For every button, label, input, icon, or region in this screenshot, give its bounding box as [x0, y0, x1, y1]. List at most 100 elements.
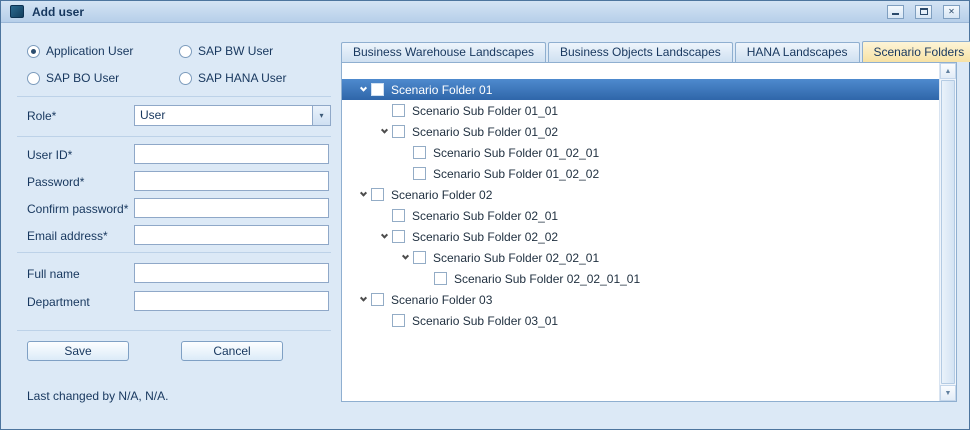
tree-indent: [355, 110, 376, 111]
minimize-button[interactable]: [887, 5, 904, 19]
tree-row[interactable]: Scenario Sub Folder 02_02_01: [355, 247, 939, 268]
expander-icon[interactable]: [355, 184, 371, 205]
chevron-down-icon: [359, 190, 366, 197]
radio-application-user[interactable]: Application User: [27, 44, 133, 58]
radio-icon: [27, 72, 40, 85]
tree-indent: [355, 152, 397, 153]
password-input[interactable]: [134, 171, 329, 191]
full-name-input[interactable]: [134, 263, 329, 283]
tree-item-label: Scenario Sub Folder 01_02_02: [433, 167, 599, 181]
tree-checkbox[interactable]: [434, 272, 447, 285]
email-input[interactable]: [134, 225, 329, 245]
tree-row[interactable]: Scenario Sub Folder 02_02: [355, 226, 939, 247]
scroll-down-button[interactable]: ▼: [940, 385, 956, 401]
save-button[interactable]: Save: [27, 341, 129, 361]
chevron-down-icon: [380, 127, 387, 134]
tree-item-label: Scenario Folder 03: [391, 293, 492, 307]
window-controls: ✕: [887, 5, 960, 19]
tab-scenario-folders[interactable]: Scenario Folders: [862, 41, 970, 62]
tree-checkbox[interactable]: [413, 251, 426, 264]
tree-indent: [355, 215, 376, 216]
tree-indent: [355, 236, 376, 237]
tab-hana-landscapes[interactable]: HANA Landscapes: [735, 42, 860, 62]
full-name-label: Full name: [27, 267, 80, 281]
maximize-button[interactable]: [915, 5, 932, 19]
email-label: Email address*: [27, 229, 108, 243]
tree-item-label: Scenario Sub Folder 01_01: [412, 104, 558, 118]
tree-row[interactable]: Scenario Sub Folder 02_01: [355, 205, 939, 226]
window-title: Add user: [32, 5, 84, 19]
scroll-thumb[interactable]: [941, 80, 955, 384]
scroll-up-button[interactable]: ▲: [940, 63, 956, 79]
expander-icon[interactable]: [376, 226, 392, 247]
tree-checkbox[interactable]: [392, 104, 405, 117]
tree-panel: Scenario Folder 01 Scenario Sub Folder 0…: [341, 62, 957, 402]
radio-sap-bw-user[interactable]: SAP BW User: [179, 44, 273, 58]
user-id-label: User ID*: [27, 148, 72, 162]
radio-sap-hana-user[interactable]: SAP HANA User: [179, 71, 286, 85]
role-select[interactable]: User ▾: [134, 105, 331, 126]
tree-row[interactable]: Scenario Sub Folder 01_02_01: [355, 142, 939, 163]
tree-row[interactable]: Scenario Sub Folder 01_02_02: [355, 163, 939, 184]
tree-checkbox[interactable]: [371, 188, 384, 201]
tree-row[interactable]: Scenario Sub Folder 01_02: [355, 121, 939, 142]
tree-item-label: Scenario Sub Folder 02_02_01: [433, 251, 599, 265]
tree-checkbox[interactable]: [371, 293, 384, 306]
tree-scrollbar[interactable]: ▲ ▼: [939, 63, 956, 401]
tab-business-warehouse-landscapes[interactable]: Business Warehouse Landscapes: [341, 42, 546, 62]
radio-icon: [179, 72, 192, 85]
tab-business-objects-landscapes[interactable]: Business Objects Landscapes: [548, 42, 733, 62]
department-label: Department: [27, 295, 90, 309]
tree-item-label: Scenario Sub Folder 02_02: [412, 230, 558, 244]
separator: [17, 136, 331, 137]
tree-checkbox[interactable]: [392, 209, 405, 222]
separator: [17, 330, 331, 331]
tree-checkbox[interactable]: [413, 167, 426, 180]
separator: [17, 96, 331, 97]
tree-indent: [355, 320, 376, 321]
user-id-input[interactable]: [134, 144, 329, 164]
tab-bar: Business Warehouse Landscapes Business O…: [341, 41, 970, 62]
tree-row[interactable]: Scenario Folder 03: [355, 289, 939, 310]
chevron-down-icon: [401, 253, 408, 260]
titlebar: Add user ✕: [1, 1, 969, 23]
tree-checkbox[interactable]: [392, 230, 405, 243]
tree-row[interactable]: Scenario Folder 02: [355, 184, 939, 205]
tree-indent: [355, 173, 397, 174]
tree-row[interactable]: Scenario Sub Folder 03_01: [355, 310, 939, 331]
app-icon: [10, 5, 24, 18]
tree-checkbox[interactable]: [392, 314, 405, 327]
role-label: Role*: [27, 109, 56, 123]
tree-indent: [355, 257, 397, 258]
last-changed-text: Last changed by N/A, N/A.: [27, 389, 168, 403]
role-value: User: [135, 106, 312, 125]
tree-checkbox[interactable]: [392, 125, 405, 138]
chevron-down-icon[interactable]: ▾: [312, 106, 330, 125]
expander-icon[interactable]: [355, 289, 371, 310]
tree-item-label: Scenario Sub Folder 02_02_01_01: [454, 272, 640, 286]
department-input[interactable]: [134, 291, 329, 311]
expander-icon[interactable]: [355, 79, 371, 100]
radio-label: SAP BO User: [46, 71, 119, 85]
confirm-password-input[interactable]: [134, 198, 329, 218]
radio-icon: [179, 45, 192, 58]
tree-row[interactable]: Scenario Folder 01: [342, 79, 939, 100]
radio-label: Application User: [46, 44, 133, 58]
tree-row[interactable]: Scenario Sub Folder 01_01: [355, 100, 939, 121]
tree-checkbox[interactable]: [371, 83, 384, 96]
cancel-button[interactable]: Cancel: [181, 341, 283, 361]
tree-checkbox[interactable]: [413, 146, 426, 159]
tree-item-label: Scenario Folder 02: [391, 188, 492, 202]
tree: Scenario Folder 01 Scenario Sub Folder 0…: [342, 63, 939, 401]
expander-icon[interactable]: [376, 121, 392, 142]
tree-row[interactable]: Scenario Sub Folder 02_02_01_01: [355, 268, 939, 289]
close-button[interactable]: ✕: [943, 5, 960, 19]
radio-sap-bo-user[interactable]: SAP BO User: [27, 71, 119, 85]
chevron-down-icon: [359, 85, 366, 92]
tree-item-label: Scenario Sub Folder 01_02_01: [433, 146, 599, 160]
add-user-dialog: Add user ✕ Application User SAP BW User …: [0, 0, 970, 430]
tree-item-label: Scenario Folder 01: [391, 83, 492, 97]
tree-item-label: Scenario Sub Folder 03_01: [412, 314, 558, 328]
tree-indent: [355, 131, 376, 132]
expander-icon[interactable]: [397, 247, 413, 268]
